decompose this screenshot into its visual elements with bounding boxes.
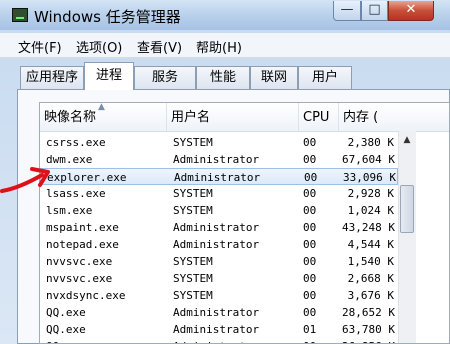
cell-cpu: 01 xyxy=(303,323,317,336)
cell-memory: 67,604 K xyxy=(342,153,395,166)
cell-user-name: SYSTEM xyxy=(173,187,213,200)
column-header-memory[interactable]: 内存 ( xyxy=(339,103,398,131)
cell-user-name: SYSTEM xyxy=(173,289,213,302)
scrollbar-thumb[interactable] xyxy=(400,185,414,233)
cell-cpu: 00 xyxy=(303,204,317,217)
list-header: ▲ 映像名称 用户名 CPU 内存 ( xyxy=(40,103,449,132)
cell-user-name: Administrator xyxy=(173,238,260,251)
table-row[interactable]: QQ.exe Administrator 00 26,856 K xyxy=(40,338,398,343)
cell-image-name: nvvsvc.exe xyxy=(46,272,113,285)
cell-user-name: SYSTEM xyxy=(173,255,213,268)
tab-users[interactable]: 用户 xyxy=(298,66,352,89)
cell-memory: 3,676 K xyxy=(347,289,394,302)
cell-memory: 28,652 K xyxy=(342,306,395,319)
cell-memory: 26,856 K xyxy=(342,338,395,343)
cell-cpu: 00 xyxy=(303,153,317,166)
cell-image-name: lsass.exe xyxy=(46,187,106,200)
cell-image-name: QQ.exe xyxy=(46,323,86,336)
cell-memory: 1,024 K xyxy=(347,204,394,217)
cell-memory: 63,780 K xyxy=(342,323,395,336)
cell-image-name: explorer.exe xyxy=(47,171,127,184)
cell-cpu: 00 xyxy=(303,289,317,302)
cell-user-name: SYSTEM xyxy=(173,272,213,285)
cell-memory: 2,928 K xyxy=(347,187,394,200)
red-annotation-arrow-icon xyxy=(0,167,50,193)
cell-image-name: nvxdsync.exe xyxy=(46,289,126,302)
task-manager-icon xyxy=(12,8,28,22)
column-header-image-name[interactable]: ▲ 映像名称 xyxy=(40,103,167,131)
cell-cpu: 00 xyxy=(303,306,317,319)
cell-user-name: SYSTEM xyxy=(173,204,213,217)
tab-applications[interactable]: 应用程序 xyxy=(20,66,84,89)
table-row[interactable]: lsass.exe SYSTEM 00 2,928 K xyxy=(40,185,398,202)
cell-cpu: 00 xyxy=(304,171,318,184)
cell-image-name: nvvsvc.exe xyxy=(46,255,113,268)
vertical-scrollbar[interactable]: ▲ xyxy=(398,131,416,343)
cell-user-name: Administrator xyxy=(173,338,259,343)
table-row[interactable]: lsm.exe SYSTEM 00 1,024 K xyxy=(40,202,398,219)
cell-image-name: mspaint.exe xyxy=(46,221,119,234)
cell-image-name: csrss.exe xyxy=(46,136,106,149)
maximize-button[interactable]: □ xyxy=(361,1,388,21)
title-bar[interactable]: Windows 任务管理器 — □ ✕ xyxy=(0,0,450,30)
close-button[interactable]: ✕ xyxy=(388,1,434,21)
cell-cpu: 00 xyxy=(303,136,317,149)
cell-user-name: Administrator xyxy=(173,153,260,166)
table-row[interactable]: QQ.exe Administrator 00 28,652 K xyxy=(40,304,398,321)
table-row[interactable]: explorer.exe Administrator 00 33,096 K xyxy=(40,168,398,185)
cell-cpu: 00 xyxy=(303,187,317,200)
cell-image-name: QQ.exe xyxy=(46,338,86,343)
menu-file[interactable]: 文件(F) xyxy=(18,37,62,56)
tab-bar: 应用程序 进程 服务 性能 联网 用户 xyxy=(0,60,450,90)
sort-ascending-icon: ▲ xyxy=(98,102,105,112)
menu-view[interactable]: 查看(V) xyxy=(137,37,182,56)
menu-help[interactable]: 帮助(H) xyxy=(196,37,242,56)
cell-image-name: notepad.exe xyxy=(46,238,119,251)
cell-memory: 2,668 K xyxy=(347,272,394,285)
cell-memory: 4,544 K xyxy=(347,238,394,251)
cell-memory: 2,380 K xyxy=(347,136,394,149)
tab-performance[interactable]: 性能 xyxy=(196,66,250,89)
cell-user-name: Administrator xyxy=(174,171,261,184)
cell-memory: 33,096 K xyxy=(343,171,396,184)
table-row[interactable]: nvxdsync.exe SYSTEM 00 3,676 K xyxy=(40,287,398,304)
table-row[interactable]: nvvsvc.exe SYSTEM 00 2,668 K xyxy=(40,270,398,287)
table-row[interactable]: dwm.exe Administrator 00 67,604 K xyxy=(40,151,398,168)
task-manager-window: Windows 任务管理器 — □ ✕ 文件(F) 选项(O) 查看(V) 帮助… xyxy=(0,0,450,344)
cell-user-name: SYSTEM xyxy=(173,136,213,149)
cell-user-name: Administrator xyxy=(173,306,260,319)
minimize-button[interactable]: — xyxy=(333,1,361,21)
process-list[interactable]: ▲ 映像名称 用户名 CPU 内存 ( csrss.exe SYSTEM 00 2,3… xyxy=(39,102,450,344)
window-title: Windows 任务管理器 xyxy=(34,8,181,26)
cell-user-name: Administrator xyxy=(173,323,260,336)
cell-image-name: QQ.exe xyxy=(46,306,86,319)
cell-cpu: 00 xyxy=(303,221,317,234)
table-row[interactable]: mspaint.exe Administrator 00 43,248 K xyxy=(40,219,398,236)
menu-bar: 文件(F) 选项(O) 查看(V) 帮助(H) xyxy=(0,33,450,58)
table-row[interactable]: notepad.exe Administrator 00 4,544 K xyxy=(40,236,398,253)
scroll-up-arrow-icon[interactable]: ▲ xyxy=(399,133,415,148)
cell-user-name: Administrator xyxy=(173,221,260,234)
column-header-cpu[interactable]: CPU xyxy=(299,103,339,131)
table-row[interactable]: QQ.exe Administrator 01 63,780 K xyxy=(40,321,398,338)
tab-services[interactable]: 服务 xyxy=(134,66,196,89)
tab-processes[interactable]: 进程 xyxy=(84,62,134,90)
table-row[interactable]: csrss.exe SYSTEM 00 2,380 K xyxy=(40,134,398,151)
cell-memory: 1,540 K xyxy=(347,255,394,268)
column-header-user-name[interactable]: 用户名 xyxy=(167,103,299,131)
cell-cpu: 00 xyxy=(303,338,316,343)
cell-cpu: 00 xyxy=(303,272,317,285)
table-row[interactable]: nvvsvc.exe SYSTEM 00 1,540 K xyxy=(40,253,398,270)
cell-image-name: lsm.exe xyxy=(46,204,93,217)
menu-options[interactable]: 选项(O) xyxy=(76,37,122,56)
tab-networking[interactable]: 联网 xyxy=(250,66,298,89)
cell-cpu: 00 xyxy=(303,255,317,268)
cell-cpu: 00 xyxy=(303,238,317,251)
cell-memory: 43,248 K xyxy=(342,221,395,234)
